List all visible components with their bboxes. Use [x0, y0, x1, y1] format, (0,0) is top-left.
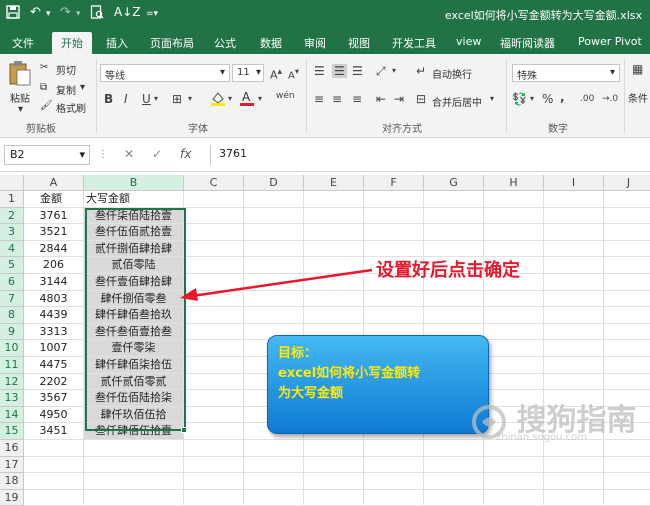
- empty-cell[interactable]: [184, 489, 244, 506]
- goal-box: 目标： excel如何将小写金额转 为大写金额: [267, 335, 489, 434]
- amount-cell[interactable]: [24, 489, 84, 506]
- empty-cell[interactable]: [484, 489, 544, 506]
- empty-cell[interactable]: [304, 489, 364, 506]
- empty-cell[interactable]: [244, 489, 304, 506]
- goal-line-2: excel如何将小写金额转: [278, 366, 421, 381]
- uppercase-amount-cell[interactable]: [84, 489, 184, 506]
- arrow-line: [191, 268, 373, 298]
- arrow-head: [180, 288, 198, 301]
- watermark-url: zhinan.sogou.com: [496, 432, 588, 443]
- empty-cell[interactable]: [364, 489, 424, 506]
- empty-cell[interactable]: [604, 490, 650, 506]
- row-header[interactable]: 19: [0, 489, 24, 506]
- empty-cell[interactable]: [544, 489, 604, 506]
- goal-line-1: 目标：: [278, 346, 318, 361]
- goal-line-3: 为大写金额: [278, 386, 344, 401]
- empty-cell[interactable]: [424, 489, 484, 506]
- callout-text: 设置好后点击确定: [376, 260, 520, 281]
